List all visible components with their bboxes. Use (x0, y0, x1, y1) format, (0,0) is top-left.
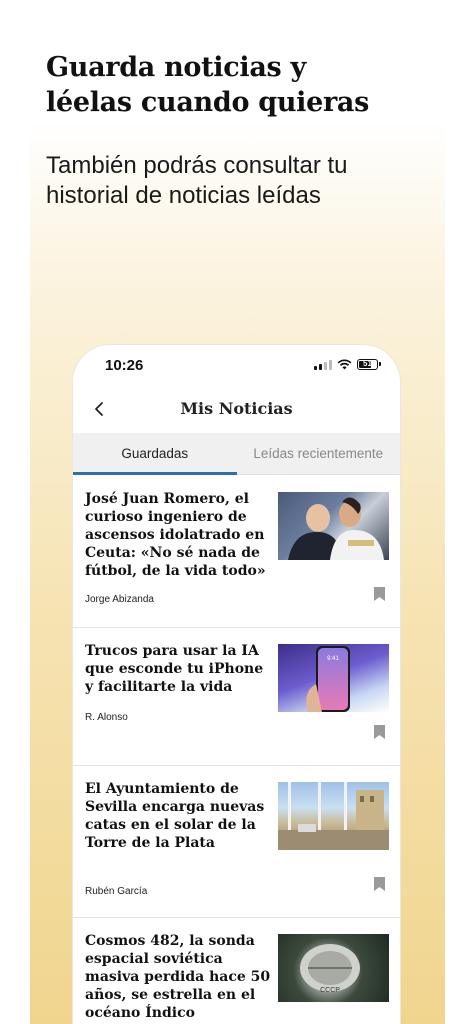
phone-clock-text: 9:41 (327, 656, 339, 662)
status-time: 10:26 (105, 357, 144, 374)
two-men-embracing-photo (288, 497, 384, 560)
phone-mockup: 10:26 51 Mis Noticias Guardadas Leídas r… (72, 344, 401, 1024)
iphone-in-hand-photo: 9:41 (306, 646, 350, 712)
article-author: R. Alonso (85, 712, 128, 723)
nav-bar: Mis Noticias (73, 389, 400, 433)
article-item[interactable]: El Ayuntamiento de Sevilla encarga nueva… (73, 766, 400, 918)
article-thumbnail: 9:41 (278, 644, 389, 712)
article-title: Trucos para usar la IA que esconde tu iP… (85, 643, 264, 695)
signal-icon (314, 359, 332, 370)
bookmark-icon[interactable] (373, 876, 386, 892)
wifi-icon (337, 359, 352, 370)
sevilla-tower-photo (278, 782, 389, 850)
article-item[interactable]: Trucos para usar la IA que esconde tu iP… (73, 628, 400, 766)
article-author: Rubén García (85, 886, 148, 897)
article-list: José Juan Romero, el curioso ingeniero d… (73, 476, 400, 1024)
status-icons: 51 (314, 359, 381, 370)
article-title: El Ayuntamiento de Sevilla encarga nueva… (85, 781, 265, 851)
promo-subtitle: También podrás consultar tu historial de… (46, 152, 348, 209)
article-item[interactable]: José Juan Romero, el curioso ingeniero d… (73, 476, 400, 628)
tab-guardadas[interactable]: Guardadas (73, 433, 237, 475)
article-title: José Juan Romero, el curioso ingeniero d… (85, 491, 266, 579)
battery-icon: 51 (357, 359, 381, 370)
bookmark-icon[interactable] (373, 724, 386, 740)
bookmark-icon[interactable] (373, 586, 386, 602)
article-thumbnail (278, 782, 389, 850)
status-bar: 10:26 51 (73, 345, 400, 389)
probe-label-text: CCCP (320, 987, 340, 994)
promo-headline: Guarda noticias y léelas cuando quieras (46, 52, 370, 118)
article-item[interactable]: Cosmos 482, la sonda espacial soviética … (73, 918, 400, 1024)
page-title: Mis Noticias (180, 399, 293, 418)
soviet-probe-photo: CCCP (300, 944, 360, 994)
article-author: Jorge Abizanda (85, 594, 154, 605)
article-title: Cosmos 482, la sonda espacial soviética … (85, 933, 271, 1021)
tab-leidas-recientemente[interactable]: Leídas recientemente (237, 433, 401, 474)
article-thumbnail (278, 492, 389, 560)
tab-bar: Guardadas Leídas recientemente (73, 433, 400, 475)
article-thumbnail: CCCP (278, 934, 389, 1002)
battery-level: 51 (363, 359, 372, 368)
